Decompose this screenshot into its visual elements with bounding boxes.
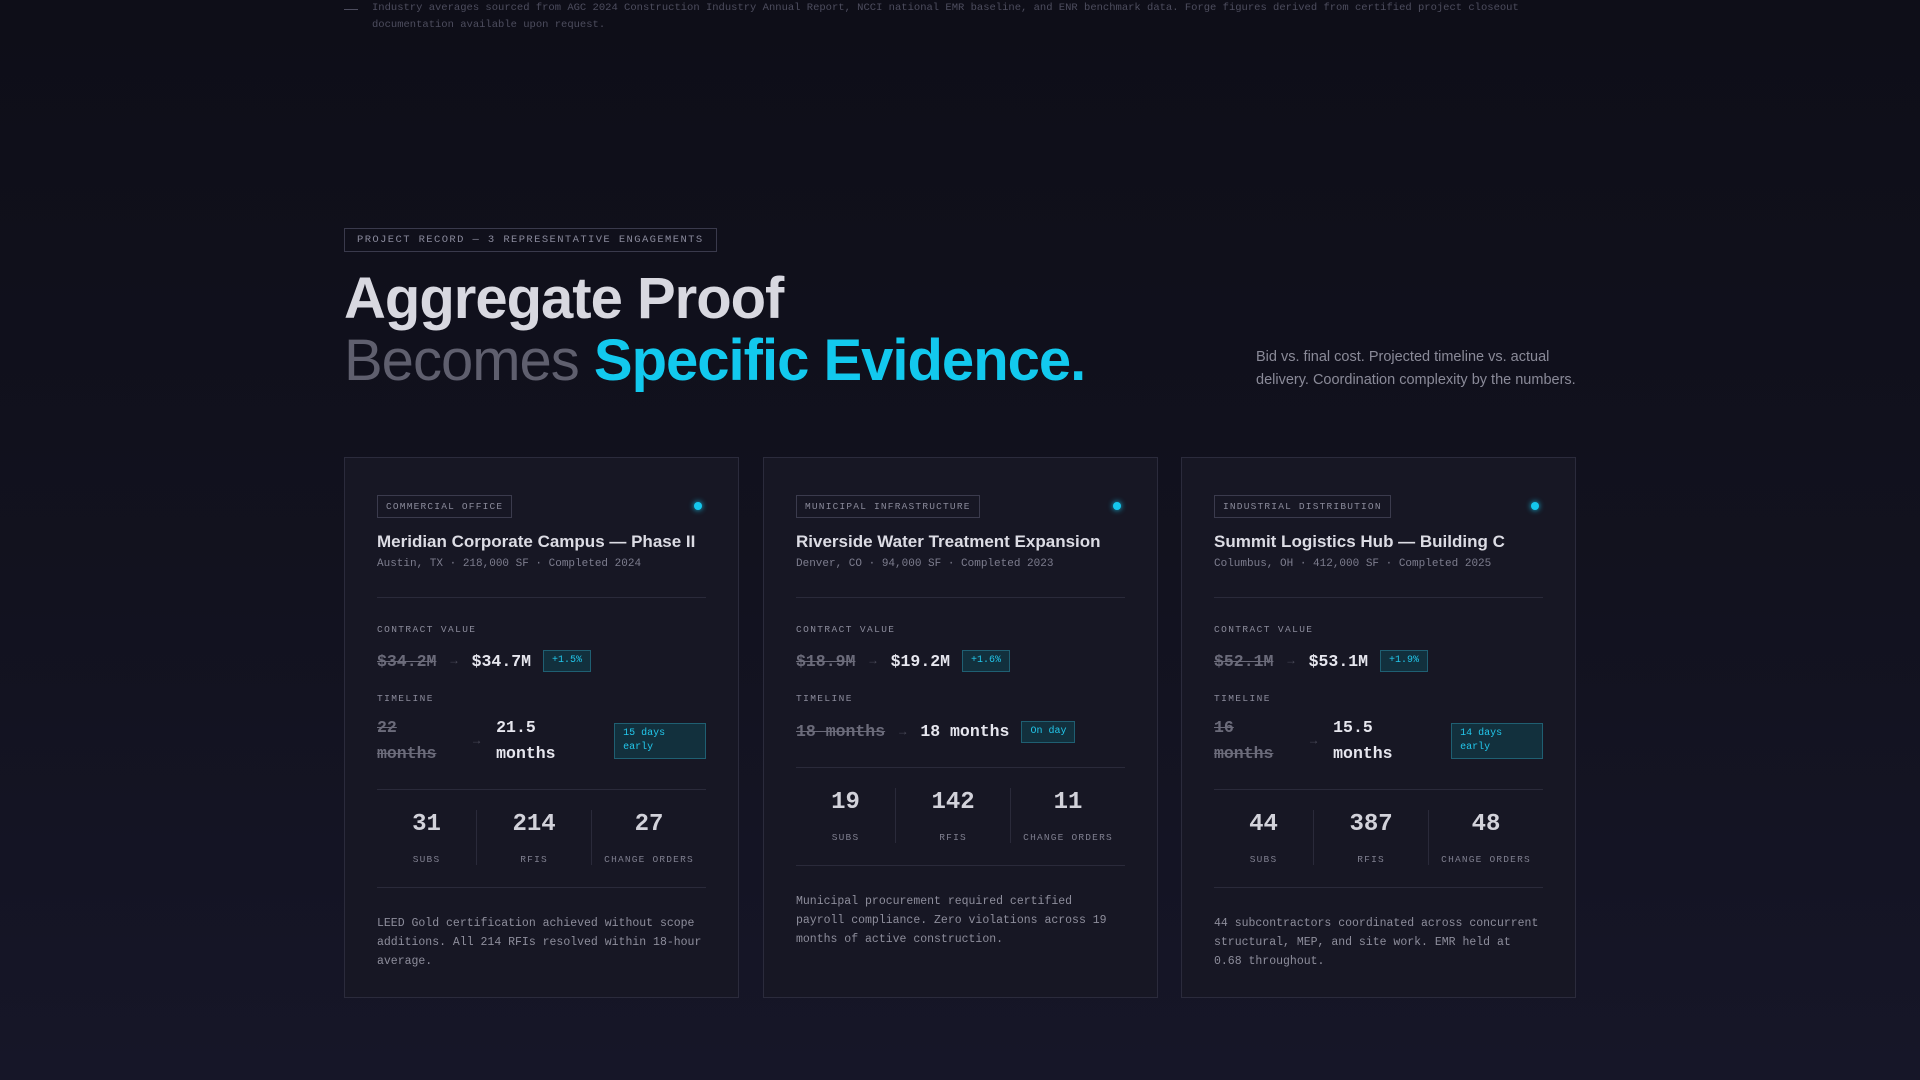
- stat-rfis-value: 142: [931, 789, 975, 816]
- stat-change-orders: 11 CHANGE ORDERS: [1010, 788, 1125, 843]
- project-category-tag: COMMERCIAL OFFICE: [377, 494, 513, 518]
- stat-rfis-value: 387: [1349, 811, 1393, 838]
- divider: [377, 597, 706, 598]
- project-card-summit: INDUSTRIAL DISTRIBUTION Summit Logistics…: [1181, 457, 1576, 998]
- stat-change-orders-value: 48: [1471, 811, 1501, 838]
- project-note: LEED Gold certification achieved without…: [377, 917, 702, 968]
- stat-subs: 31 SUBS: [377, 810, 476, 865]
- stat-change-orders-label: CHANGE ORDERS: [604, 854, 694, 865]
- section-headline: Aggregate Proof Becomes Specific Evidenc…: [344, 266, 1086, 393]
- stat-change-orders: 27 CHANGE ORDERS: [591, 810, 706, 865]
- stat-change-orders: 48 CHANGE ORDERS: [1428, 810, 1543, 865]
- stat-rfis-label: RFIS: [939, 832, 967, 843]
- arrow-right-icon: →: [869, 654, 877, 668]
- divider: [1214, 887, 1543, 888]
- stat-subs-label: SUBS: [412, 854, 441, 865]
- project-meta: Austin, TX · 218,000 SF · Completed 2024: [377, 558, 642, 570]
- arrow-right-icon: →: [1287, 654, 1295, 668]
- source-footnote: Industry averages sourced from AGC 2024 …: [344, 0, 1534, 34]
- headline-line-1: Aggregate Proof: [344, 266, 784, 331]
- stat-subs-value: 44: [1249, 811, 1278, 838]
- final-value: $53.1M: [1308, 651, 1369, 671]
- coordination-stats: 44 SUBS 387 RFIS 48 CHANGE ORDERS: [1214, 790, 1543, 887]
- bid-value: $34.2M: [377, 651, 437, 671]
- timeline-projected: 18 months: [796, 722, 886, 741]
- stat-subs-value: 31: [412, 811, 441, 838]
- stat-subs-label: SUBS: [831, 832, 860, 843]
- timeline-row: 16 months → 15.5 months 14 days early: [1214, 715, 1543, 767]
- project-category-tag: MUNICIPAL INFRASTRUCTURE: [796, 494, 980, 518]
- stat-subs: 44 SUBS: [1214, 810, 1313, 865]
- project-title: Meridian Corporate Campus — Phase II: [377, 532, 696, 551]
- cost-delta-badge: +1.6%: [962, 650, 1011, 672]
- arrow-right-icon: →: [1309, 734, 1318, 748]
- timeline-delta-badge: 15 days early: [614, 723, 706, 759]
- timeline-actual: 15.5 months: [1333, 718, 1393, 763]
- stat-rfis-label: RFIS: [1357, 854, 1385, 865]
- timeline-actual: 21.5 months: [496, 718, 556, 763]
- timeline-row: 18 months → 18 months On day: [796, 719, 1125, 745]
- contract-value-label: CONTRACT VALUE: [796, 624, 896, 635]
- timeline-actual: 18 months: [920, 722, 1010, 741]
- divider: [1214, 597, 1543, 598]
- project-title: Riverside Water Treatment Expansion: [796, 532, 1101, 551]
- timeline-label: TIMELINE: [1214, 693, 1271, 704]
- timeline-row: 22 months → 21.5 months 15 days early: [377, 715, 706, 767]
- section-eyebrow: PROJECT RECORD — 3 REPRESENTATIVE ENGAGE…: [344, 228, 717, 252]
- timeline-label: TIMELINE: [377, 693, 434, 704]
- project-meta: Columbus, OH · 412,000 SF · Completed 20…: [1214, 558, 1492, 570]
- cost-delta-badge: +1.9%: [1380, 650, 1429, 672]
- headline-accent: Specific Evidence.: [593, 328, 1086, 393]
- project-note: Municipal procurement required certified…: [796, 895, 1107, 946]
- divider: [377, 887, 706, 888]
- final-value: $19.2M: [890, 651, 951, 671]
- project-note: 44 subcontractors coordinated across con…: [1214, 917, 1539, 968]
- arrow-right-icon: →: [450, 654, 458, 668]
- stat-rfis: 387 RFIS: [1313, 810, 1428, 865]
- stat-rfis-label: RFIS: [520, 854, 548, 865]
- coordination-stats: 31 SUBS 214 RFIS 27 CHANGE ORDERS: [377, 790, 706, 887]
- contract-value-label: CONTRACT VALUE: [377, 624, 477, 635]
- stat-change-orders-label: CHANGE ORDERS: [1023, 832, 1113, 843]
- stat-rfis: 142 RFIS: [895, 788, 1010, 843]
- stat-subs-label: SUBS: [1249, 854, 1278, 865]
- project-category-tag: INDUSTRIAL DISTRIBUTION: [1214, 494, 1391, 518]
- timeline-delta-badge: On day: [1021, 721, 1076, 743]
- project-card-riverside: MUNICIPAL INFRASTRUCTURE Riverside Water…: [763, 457, 1158, 998]
- stat-subs-value: 19: [831, 789, 860, 816]
- stat-subs: 19 SUBS: [796, 788, 895, 843]
- status-dot-icon: [1113, 502, 1121, 510]
- project-meta: Denver, CO · 94,000 SF · Completed 2023: [796, 558, 1054, 570]
- stat-change-orders-value: 11: [1053, 789, 1083, 816]
- footnote-text: Industry averages sourced from AGC 2024 …: [372, 2, 1519, 31]
- status-dot-icon: [1531, 502, 1539, 510]
- coordination-stats: 19 SUBS 142 RFIS 11 CHANGE ORDERS: [796, 768, 1125, 865]
- stat-change-orders-value: 27: [634, 811, 664, 838]
- project-title: Summit Logistics Hub — Building C: [1214, 532, 1505, 551]
- timeline-label: TIMELINE: [796, 693, 853, 704]
- arrow-right-icon: →: [899, 725, 907, 739]
- timeline-projected: 22 months: [377, 718, 437, 763]
- contract-value-label: CONTRACT VALUE: [1214, 624, 1314, 635]
- footnote-dash: [344, 9, 358, 34]
- divider: [796, 865, 1125, 866]
- bid-value: $52.1M: [1214, 651, 1274, 671]
- headline-muted: Becomes: [344, 328, 580, 393]
- stat-change-orders-label: CHANGE ORDERS: [1441, 854, 1531, 865]
- timeline-delta-badge: 14 days early: [1451, 723, 1543, 759]
- section-lede: Bid vs. final cost. Projected timeline v…: [1256, 349, 1576, 388]
- contract-value-row: $18.9M → $19.2M +1.6%: [796, 650, 1125, 672]
- contract-value-row: $52.1M → $53.1M +1.9%: [1214, 650, 1543, 672]
- contract-value-row: $34.2M → $34.7M +1.5%: [377, 650, 706, 672]
- timeline-projected: 16 months: [1214, 718, 1274, 763]
- divider: [796, 597, 1125, 598]
- final-value: $34.7M: [471, 651, 532, 671]
- cost-delta-badge: +1.5%: [543, 650, 592, 672]
- stat-rfis: 214 RFIS: [476, 810, 591, 865]
- stat-rfis-value: 214: [512, 811, 556, 838]
- status-dot-icon: [694, 502, 702, 510]
- arrow-right-icon: →: [472, 734, 481, 748]
- bid-value: $18.9M: [796, 651, 856, 671]
- project-card-meridian: COMMERCIAL OFFICE Meridian Corporate Cam…: [344, 457, 739, 998]
